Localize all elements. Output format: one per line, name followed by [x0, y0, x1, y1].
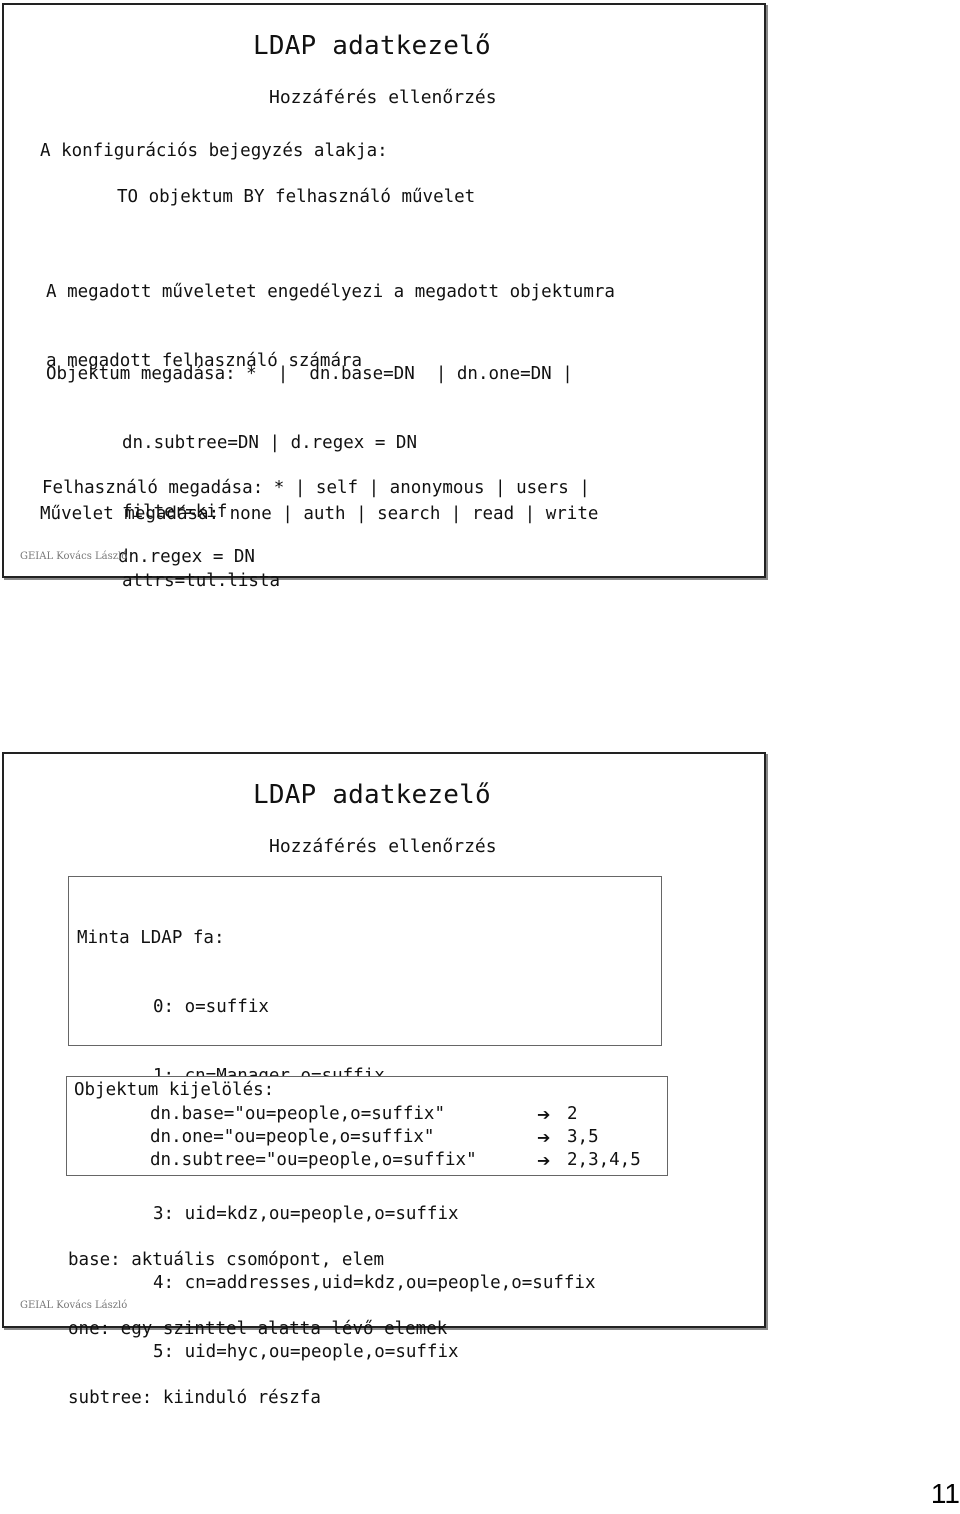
selection-result: 2,3,4,5 [567, 1150, 641, 1170]
ldap-tree-heading: Minta LDAP fa: [77, 928, 225, 948]
definitions-block: base: aktuális csomópont, elem one: egy … [68, 1203, 447, 1456]
slide-1: LDAP adatkezelő Hozzáférés ellenőrzés A … [2, 3, 766, 591]
object-spec-line: Objektum megadása: * | dn.base=DN | dn.o… [46, 364, 573, 384]
selection-expr: dn.subtree="ou=people,o=suffix" [150, 1150, 477, 1170]
definition-line: base: aktuális csomópont, elem [68, 1250, 385, 1270]
definition-line: subtree: kiinduló részfa [68, 1388, 321, 1408]
definition-line: one: egy szinttel alatta lévő elemek [68, 1319, 448, 1339]
slide-footer: GEIAL Kovács László [20, 551, 128, 562]
operation-spec: Művelet megadása: none | auth | search |… [40, 504, 599, 524]
right-arrow-icon: ➔ [537, 1105, 551, 1124]
slide-2: LDAP adatkezelő Hozzáférés ellenőrzés Mi… [2, 752, 766, 1408]
slide-subtitle: Hozzáférés ellenőrzés [269, 87, 497, 108]
slide-title: LDAP adatkezelő [253, 780, 491, 810]
page-number: 11 [930, 1478, 960, 1509]
slide-title: LDAP adatkezelő [253, 31, 491, 61]
right-arrow-icon: ➔ [537, 1151, 551, 1170]
user-spec-line: Felhasználó megadása: * | self | anonymo… [42, 478, 590, 498]
ldap-tree-box: Minta LDAP fa: 0: o=suffix 1: cn=Manager… [68, 876, 662, 1362]
object-selection-box: Objektum kijelölés: dn.base="ou=people,o… [66, 1076, 668, 1176]
selection-expr: dn.base="ou=people,o=suffix" [150, 1104, 446, 1124]
slide-footer: GEIAL Kovács László [20, 1300, 128, 1311]
description-line: A megadott műveletet engedélyezi a megad… [46, 282, 615, 302]
right-arrow-icon: ➔ [537, 1128, 551, 1147]
ldap-tree-entry: 0: o=suffix [153, 997, 269, 1017]
config-intro: A konfigurációs bejegyzés alakja: [40, 141, 388, 161]
selection-expr: dn.one="ou=people,o=suffix" [150, 1127, 435, 1147]
slide-subtitle: Hozzáférés ellenőrzés [269, 836, 497, 857]
selection-result: 2 [567, 1104, 578, 1124]
object-selection-heading: Objektum kijelölés: [74, 1080, 275, 1100]
selection-result: 3,5 [567, 1127, 599, 1147]
config-syntax: TO objektum BY felhasználó művelet [117, 187, 476, 207]
